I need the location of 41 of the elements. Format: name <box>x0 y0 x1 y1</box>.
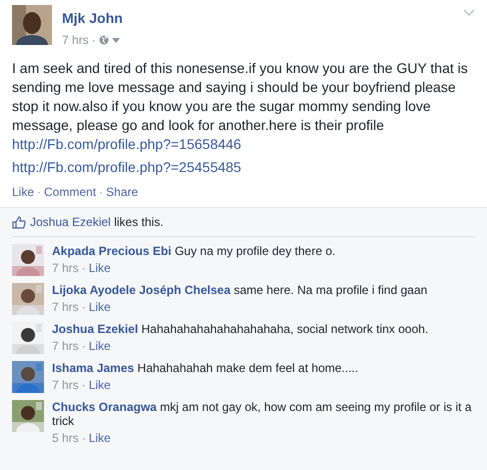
like-link[interactable]: Like <box>88 431 111 445</box>
comment-time[interactable]: 5 hrs <box>52 431 79 445</box>
separator: · <box>82 339 86 353</box>
like-link[interactable]: Like <box>88 339 111 353</box>
separator: · <box>99 184 104 201</box>
caret-icon[interactable] <box>112 38 120 42</box>
commenter-link[interactable]: Akpada Precious Ebi <box>52 244 172 258</box>
comment-text: Ishama James Hahahahahah make dem feel at home..... <box>52 361 358 375</box>
commenter-link[interactable]: Lijoka Ayodele Joséph Chelsea <box>52 283 231 297</box>
like-link[interactable]: Like <box>88 378 111 392</box>
author-name[interactable]: Mjk John <box>62 9 123 27</box>
profile-link[interactable]: http://Fb.com/profile.php?=15658446 <box>12 136 242 152</box>
comment-text: Akpada Precious Ebi Guy na my profile dey there o. <box>52 244 336 258</box>
separator: · <box>82 431 86 445</box>
likes-text: Joshua Ezekiel likes this. <box>30 214 164 231</box>
comment-text: Lijoka Ayodele Joséph Chelsea same here. Na ma profile i find gaan <box>52 283 428 297</box>
comment-time[interactable]: 7 hrs <box>52 378 79 392</box>
comment-text: Chucks Oranagwa mkj am not gay ok, how com am seeing my profile or is it a trick <box>52 400 472 428</box>
globe-icon[interactable] <box>98 35 109 45</box>
thumbs-up-icon[interactable] <box>12 216 26 228</box>
separator: · <box>92 32 96 49</box>
action-link[interactable]: Comment <box>44 183 96 201</box>
liker-link[interactable]: Joshua Ezekiel <box>30 215 111 229</box>
like-link[interactable]: Like <box>88 300 111 314</box>
comment-time[interactable]: 7 hrs <box>52 300 79 314</box>
separator: · <box>82 261 86 275</box>
commenter-link[interactable]: Chucks Oranagwa <box>52 400 157 414</box>
comment-time[interactable]: 7 hrs <box>52 261 79 275</box>
like-link[interactable]: Like <box>88 261 111 275</box>
commenter-link[interactable]: Joshua Ezekiel <box>52 322 138 336</box>
profile-link[interactable]: http://Fb.com/profile.php?=25455485 <box>12 158 242 177</box>
comment-time[interactable]: 7 hrs <box>52 339 79 353</box>
comment-text: Joshua Ezekiel Hahahahahahahahahahaha, social network tinx oooh. <box>52 322 428 336</box>
chevron-icon[interactable] <box>463 9 475 17</box>
post-time[interactable]: 7 hrs <box>62 31 89 49</box>
action-link[interactable]: Like <box>12 183 34 201</box>
commenter-link[interactable]: Ishama James <box>52 361 134 375</box>
separator: · <box>82 300 86 314</box>
separator: · <box>37 184 42 201</box>
action-link[interactable]: Share <box>106 183 138 201</box>
separator: · <box>82 378 86 392</box>
